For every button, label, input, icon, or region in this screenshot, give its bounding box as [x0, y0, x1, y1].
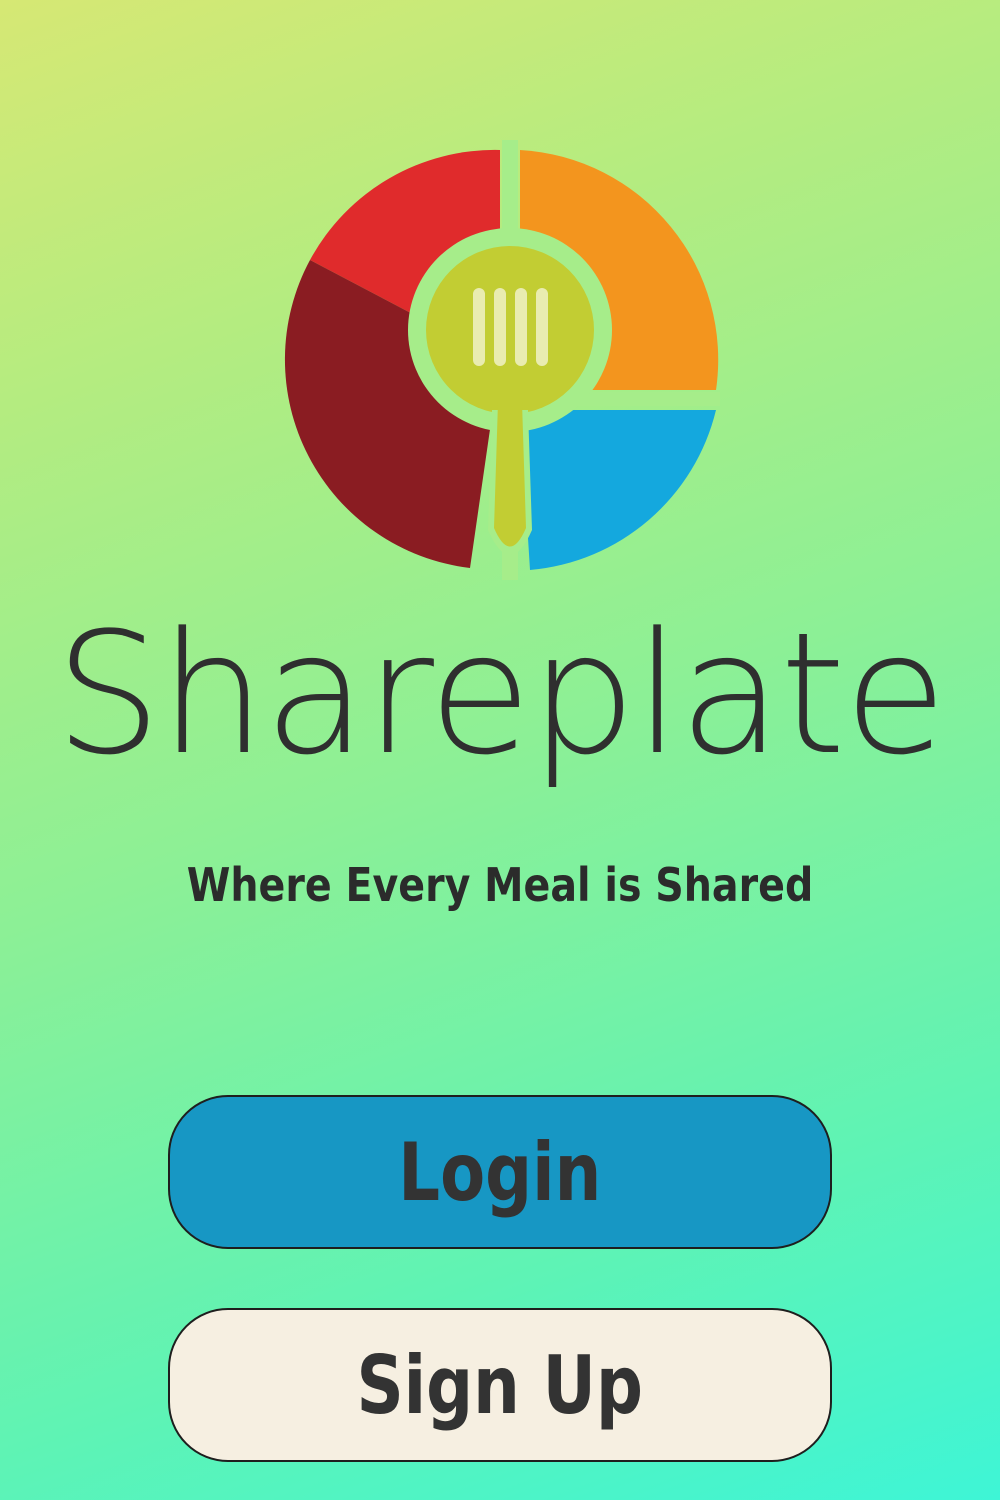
app-tagline: Where Every Meal is Shared [186, 858, 814, 912]
signup-button-label: Sign Up [356, 1338, 644, 1432]
app-wordmark: Shareplate [54, 596, 947, 792]
plate-fork-icon [284, 140, 720, 580]
signup-button[interactable]: Sign Up [168, 1308, 832, 1462]
logo-segment-blue [520, 410, 716, 570]
logo-mark [280, 140, 720, 580]
login-button-label: Login [398, 1125, 602, 1219]
login-button[interactable]: Login [168, 1095, 832, 1249]
